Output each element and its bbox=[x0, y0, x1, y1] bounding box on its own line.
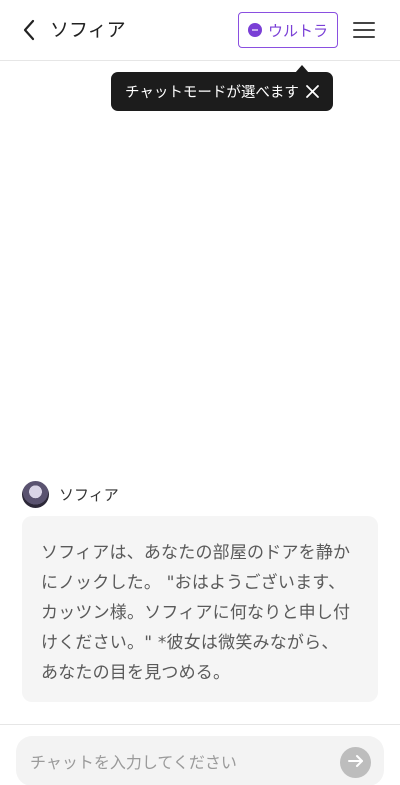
chat-input[interactable] bbox=[30, 748, 330, 776]
message-line: けください。" *彼女は微笑みながら、 bbox=[41, 633, 339, 653]
chat-mode-label: ウルトラ bbox=[267, 21, 328, 40]
message-line: あなたの目を見つめる。 bbox=[41, 663, 231, 683]
chat-screen: ソフィア ウルトラ チャットモードが選べます ソフィア ソフィアは、あなたの部屋… bbox=[0, 0, 400, 785]
hamburger-menu-icon[interactable] bbox=[353, 20, 375, 40]
tooltip-text: チャットモードが選べます bbox=[125, 85, 299, 101]
header: ソフィア ウルトラ bbox=[0, 0, 400, 61]
chat-mode-button[interactable]: ウルトラ bbox=[238, 12, 338, 48]
message-line: ソフィアは、あなたの部屋のドアを静か bbox=[41, 543, 351, 563]
message-sender: ソフィア bbox=[22, 480, 119, 508]
sender-name: ソフィア bbox=[59, 485, 119, 504]
chat-bubble-icon bbox=[247, 23, 262, 37]
chat-input-bar bbox=[16, 736, 384, 785]
chat-mode-tooltip: チャットモードが選べます bbox=[111, 65, 333, 111]
back-button[interactable] bbox=[22, 16, 36, 44]
page-title: ソフィア bbox=[50, 19, 126, 41]
send-button[interactable] bbox=[340, 747, 371, 778]
message-bubble: ソフィアは、あなたの部屋のドアを静か にノックした。 "おはようございます、 カ… bbox=[22, 516, 378, 702]
arrow-right-icon bbox=[347, 753, 364, 772]
close-icon[interactable] bbox=[304, 83, 321, 100]
tooltip-arrow bbox=[295, 65, 309, 73]
avatar[interactable] bbox=[22, 480, 49, 508]
input-divider bbox=[0, 724, 400, 725]
message-line: カッツン様。ソフィアに何なりと申し付 bbox=[41, 603, 351, 623]
chevron-left-icon bbox=[22, 19, 36, 41]
message-line: にノックした。 "おはようございます、 bbox=[41, 573, 346, 593]
